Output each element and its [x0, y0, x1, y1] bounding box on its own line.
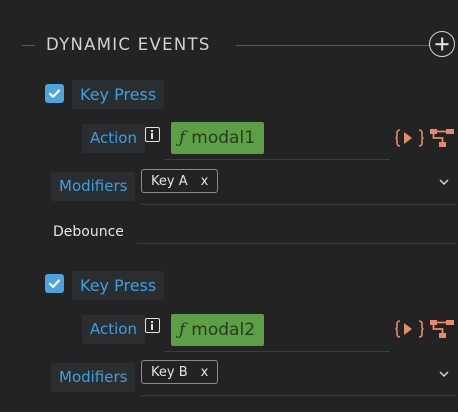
- event-1-debounce-input[interactable]: [137, 243, 456, 244]
- info-icon[interactable]: [145, 127, 160, 142]
- header-divider-left: [22, 45, 35, 46]
- event-2-action-function-chip[interactable]: ƒ modal2: [171, 314, 265, 346]
- function-icon: ƒ: [179, 320, 186, 340]
- event-2-modifiers-label: Modifiers: [51, 363, 136, 392]
- event-2-modifiers-underline: [141, 395, 456, 396]
- flow-tree-icon[interactable]: [429, 128, 455, 148]
- flow-tree-icon[interactable]: [429, 319, 455, 339]
- event-1-action-value: modal1: [191, 128, 256, 148]
- code-binding-icon[interactable]: [395, 319, 425, 339]
- event-1-modifier-chip[interactable]: Key A x: [141, 169, 219, 193]
- modifier-chip-text: Key A: [151, 174, 188, 189]
- event-1-action-underline: [165, 159, 390, 160]
- event-2-action-value: modal2: [191, 320, 256, 340]
- event-1-enabled-checkbox[interactable]: [45, 84, 64, 103]
- add-event-button[interactable]: [429, 31, 455, 57]
- event-2-type-label[interactable]: Key Press: [72, 271, 165, 300]
- chevron-down-icon[interactable]: [438, 370, 450, 378]
- header-divider-right: [236, 45, 430, 46]
- chevron-down-icon[interactable]: [438, 178, 450, 186]
- info-icon[interactable]: [145, 318, 160, 333]
- chip-remove-icon[interactable]: x: [201, 174, 209, 189]
- modifier-chip-text: Key B: [151, 365, 188, 380]
- checkmark-icon: [48, 89, 61, 98]
- code-binding-icon[interactable]: [395, 128, 425, 148]
- function-icon: ƒ: [179, 128, 186, 148]
- event-1-modifiers-label: Modifiers: [51, 172, 136, 201]
- event-2-enabled-checkbox[interactable]: [45, 274, 64, 293]
- event-2-action-label: Action: [82, 315, 145, 344]
- event-1-action-function-chip[interactable]: ƒ modal1: [171, 122, 265, 154]
- event-1-modifiers-underline: [141, 204, 456, 205]
- event-2-modifier-chip[interactable]: Key B x: [141, 360, 219, 384]
- section-title: DYNAMIC EVENTS: [46, 35, 211, 54]
- event-2-action-underline: [165, 351, 390, 352]
- checkmark-icon: [48, 279, 61, 288]
- event-1-type-label[interactable]: Key Press: [72, 80, 165, 109]
- event-1-action-label: Action: [82, 124, 145, 153]
- event-1-debounce-label: Debounce: [53, 224, 124, 240]
- chip-remove-icon[interactable]: x: [201, 365, 209, 380]
